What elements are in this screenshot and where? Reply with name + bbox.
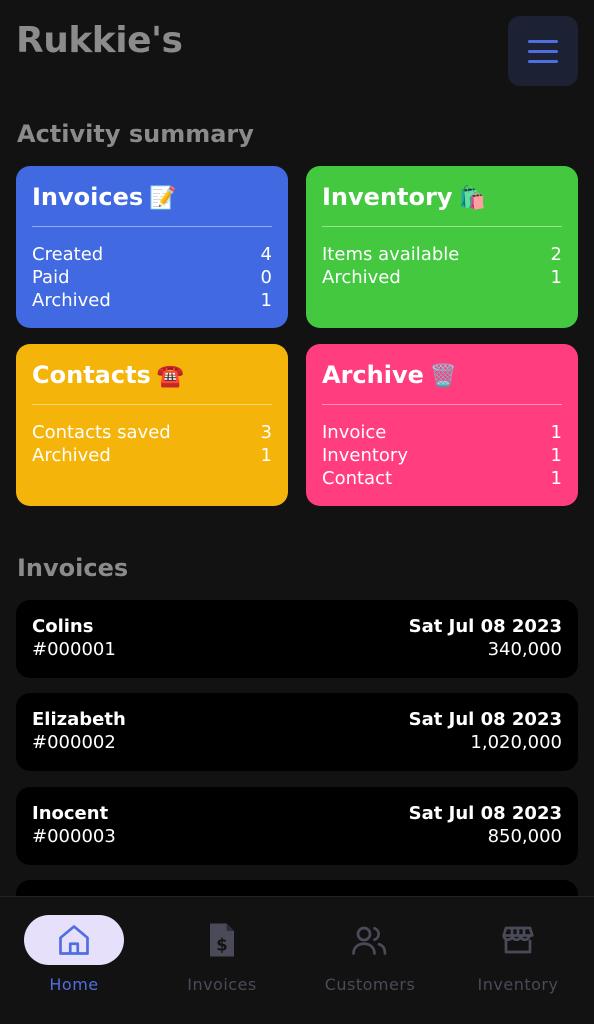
contacts-summary-card[interactable]: Contacts ☎️ Contacts saved 3 Archived 1	[16, 344, 288, 506]
nav-label: Invoices	[187, 975, 257, 994]
stat-row: Invoice 1	[322, 422, 562, 443]
menu-button[interactable]	[508, 16, 578, 86]
stat-row: Contact 1	[322, 468, 562, 489]
nav-customers[interactable]: Customers	[296, 915, 444, 1015]
card-title: Invoices 📝	[32, 183, 177, 211]
nav-invoices[interactable]: $ Invoices	[148, 915, 296, 1015]
invoices-heading: Invoices	[17, 554, 129, 582]
card-title: Inventory 🛍️	[322, 183, 486, 211]
stat-row: Contacts saved 3	[32, 422, 272, 443]
invoice-list-item[interactable]: Inocent Sat Jul 08 2023 #000003 850,000	[16, 787, 578, 865]
nav-home[interactable]: Home	[0, 915, 148, 1015]
customer-name: Inocent	[32, 803, 109, 824]
stat-row: Paid 0	[32, 267, 272, 288]
invoice-amount: 1,020,000	[470, 732, 562, 753]
nav-inventory-pill	[468, 915, 568, 965]
app-header: Rukkie's	[16, 16, 578, 88]
bottom-navigation: Home $ Invoices Customers Inventory	[0, 896, 594, 1024]
shopping-bags-icon: 🛍️	[458, 186, 486, 211]
nav-label: Customers	[324, 975, 416, 994]
invoice-icon: $	[210, 923, 234, 957]
invoice-list-item[interactable]: Colins Sat Jul 08 2023 #000001 340,000	[16, 600, 578, 678]
stat-row: Archived 1	[322, 267, 562, 288]
stat-row: Archived 1	[32, 445, 272, 466]
telephone-icon: ☎️	[156, 364, 185, 389]
nav-invoices-pill: $	[172, 915, 272, 965]
app-title: Rukkie's	[16, 20, 183, 61]
archive-summary-card[interactable]: Archive 🗑️ Invoice 1 Inventory 1 Contact 1	[306, 344, 578, 506]
customer-name: Colins	[32, 616, 94, 637]
divider	[32, 404, 272, 405]
divider	[322, 226, 562, 227]
card-title: Contacts ☎️	[32, 361, 185, 389]
divider	[32, 226, 272, 227]
svg-text:$: $	[216, 936, 227, 955]
invoice-date: Sat Jul 08 2023	[408, 803, 562, 824]
memo-icon: 📝	[149, 186, 177, 211]
divider	[322, 404, 562, 405]
invoice-amount: 340,000	[487, 639, 562, 660]
invoice-amount: 850,000	[487, 826, 562, 847]
customer-name: Elizabeth	[32, 709, 126, 730]
invoice-date: Sat Jul 08 2023	[408, 709, 562, 730]
invoice-list-item[interactable]: Elizabeth Sat Jul 08 2023 #000002 1,020,00…	[16, 693, 578, 771]
nav-inventory[interactable]: Inventory	[444, 915, 592, 1015]
invoices-summary-card[interactable]: Invoices 📝 Created 4 Paid 0 Archived 1	[16, 166, 288, 328]
invoice-number: #000003	[32, 826, 116, 847]
invoice-date: Sat Jul 08 2023	[408, 616, 562, 637]
nav-home-pill	[24, 915, 124, 965]
stat-row: Inventory 1	[322, 445, 562, 466]
trash-icon: 🗑️	[429, 364, 458, 389]
stat-row: Created 4	[32, 244, 272, 265]
invoice-number: #000002	[32, 732, 116, 753]
nav-label: Inventory	[477, 975, 559, 994]
stat-row: Archived 1	[32, 290, 272, 311]
card-title: Archive 🗑️	[322, 361, 458, 389]
stat-row: Items available 2	[322, 244, 562, 265]
nav-label: Home	[49, 975, 99, 994]
inventory-summary-card[interactable]: Inventory 🛍️ Items available 2 Archived 1	[306, 166, 578, 328]
store-icon	[502, 926, 534, 954]
home-icon	[59, 925, 89, 955]
nav-customers-pill	[320, 915, 420, 965]
activity-summary-heading: Activity summary	[17, 120, 254, 148]
users-icon	[352, 926, 387, 955]
invoice-number: #000001	[32, 639, 116, 660]
